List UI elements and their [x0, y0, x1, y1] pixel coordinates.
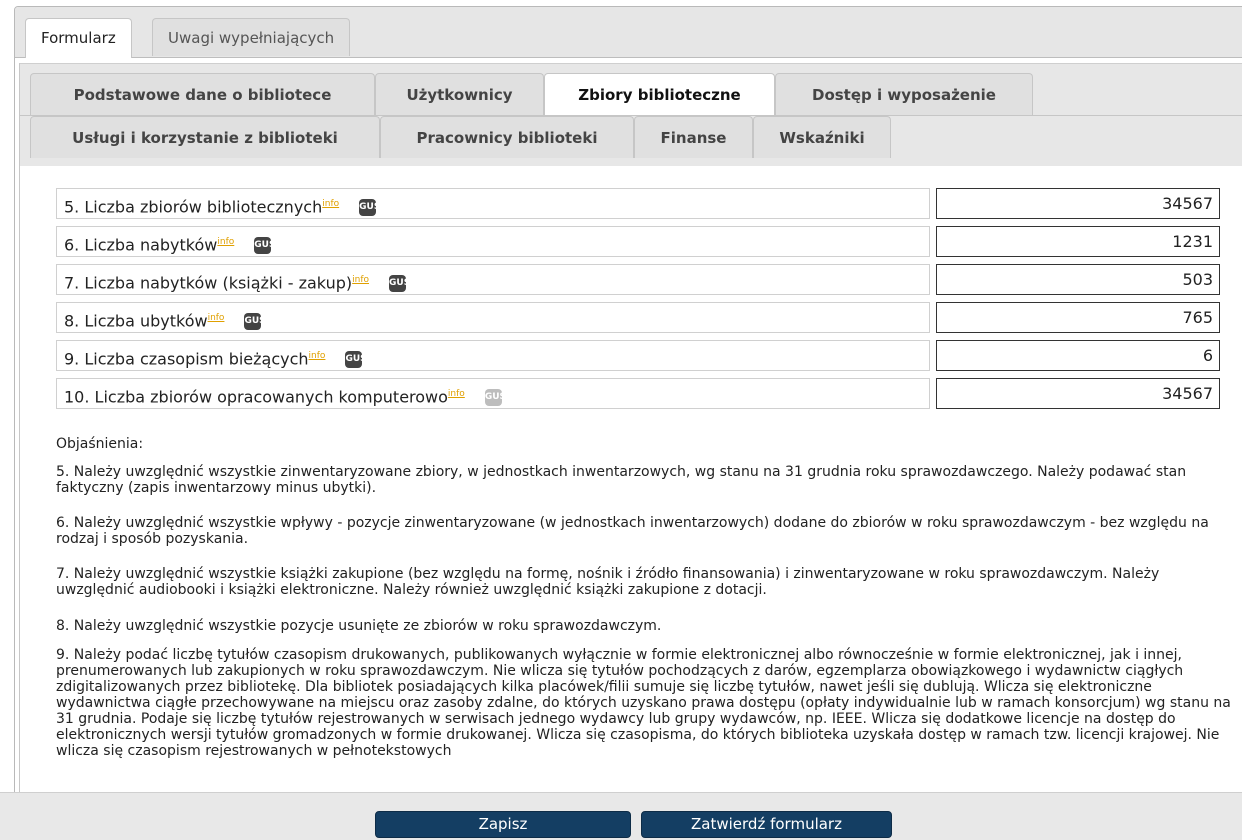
value-input-nabytki[interactable]: 1231 — [936, 226, 1220, 257]
field-label: 5. Liczba zbiorów bibliotecznych — [64, 197, 323, 217]
tab-podstawowe-dane[interactable]: Podstawowe dane o bibliotece — [30, 73, 375, 115]
tab-pracownicy[interactable]: Pracownicy biblioteki — [380, 116, 634, 158]
field-row-zbiory: 5. Liczba zbiorów bibliotecznychinfo GUS — [56, 188, 930, 219]
top-tab-bar: Formularz Uwagi wypełniających — [15, 7, 1242, 58]
value-input-nabytki-ksiazki[interactable]: 503 — [936, 264, 1220, 295]
tab-uzytkownicy[interactable]: Użytkownicy — [375, 73, 544, 115]
value-input-opracowane[interactable]: 34567 — [936, 378, 1220, 409]
gus-icon[interactable]: GUS — [244, 313, 266, 331]
gus-icon[interactable]: GUS — [389, 275, 410, 293]
value-input-czasopisma[interactable]: 6 — [936, 340, 1220, 371]
explanation-8: 8. Należy uwzględnić wszystkie pozycje u… — [56, 618, 662, 634]
gus-icon[interactable]: GUS — [254, 237, 275, 255]
field-label: 6. Liczba nabytków — [64, 235, 218, 255]
value-input-ubytki[interactable]: 765 — [936, 302, 1220, 333]
confirm-form-button[interactable]: Zatwierdź formularz — [641, 811, 892, 838]
info-link[interactable]: info — [208, 313, 225, 323]
info-link[interactable]: info — [352, 275, 369, 285]
tab-dostep-i-wyposazenie[interactable]: Dostęp i wyposażenie — [775, 73, 1033, 115]
explanation-5: 5. Należy uwzględnić wszystkie zinwentar… — [56, 464, 1187, 496]
field-label: 7. Liczba nabytków (książki - zakup) — [64, 273, 353, 293]
section-tab-bar: Podstawowe dane o bibliotece Użytkownicy… — [20, 63, 1242, 166]
tab-zbiory-biblioteczne[interactable]: Zbiory biblioteczne — [544, 73, 775, 116]
form-container: Formularz Uwagi wypełniających Podstawow… — [14, 6, 1242, 808]
field-row-nabytki: 6. Liczba nabytkówinfo GUS — [56, 226, 930, 257]
explanation-7: 7. Należy uwzględnić wszystkie książki z… — [56, 566, 1160, 598]
gus-icon[interactable]: GUS — [484, 389, 506, 407]
field-row-nabytki-ksiazki: 7. Liczba nabytków (książki - zakup)info… — [56, 264, 930, 295]
gus-icon[interactable]: GUS — [359, 199, 380, 217]
field-label: 8. Liczba ubytków — [64, 311, 208, 331]
value-input-zbiory[interactable]: 34567 — [936, 188, 1220, 219]
tab-formularz[interactable]: Formularz — [25, 18, 132, 58]
gus-icon[interactable]: GUS — [345, 351, 367, 369]
footer-bar: Zapisz Zatwierdź formularz — [0, 792, 1242, 840]
field-label: 10. Liczba zbiorów opracowanych komputer… — [64, 387, 448, 407]
field-label: 9. Liczba czasopism bieżących — [64, 349, 309, 369]
tab-wskazniki[interactable]: Wskaźniki — [753, 116, 891, 158]
info-link[interactable]: info — [322, 199, 339, 209]
save-button[interactable]: Zapisz — [375, 811, 631, 838]
info-link[interactable]: info — [309, 351, 326, 361]
explanation-6: 6. Należy uwzględnić wszystkie wpływy - … — [56, 515, 1209, 547]
field-row-ubytki: 8. Liczba ubytkówinfo GUS — [56, 302, 930, 333]
info-link[interactable]: info — [448, 389, 465, 399]
form-panel: Podstawowe dane o bibliotece Użytkownicy… — [19, 63, 1242, 807]
explanation-9: 9. Należy podać liczbę tytułów czasopism… — [56, 647, 1231, 759]
field-row-czasopisma: 9. Liczba czasopism bieżącychinfo GUS — [56, 340, 930, 371]
tab-finanse[interactable]: Finanse — [634, 116, 753, 158]
tab-uwagi-wypelniajacych[interactable]: Uwagi wypełniających — [152, 18, 351, 56]
field-row-opracowane: 10. Liczba zbiorów opracowanych komputer… — [56, 378, 930, 409]
tab-uslugi[interactable]: Usługi i korzystanie z biblioteki — [30, 116, 380, 158]
explanations-heading: Objaśnienia: — [56, 436, 144, 452]
info-link[interactable]: info — [217, 237, 234, 247]
